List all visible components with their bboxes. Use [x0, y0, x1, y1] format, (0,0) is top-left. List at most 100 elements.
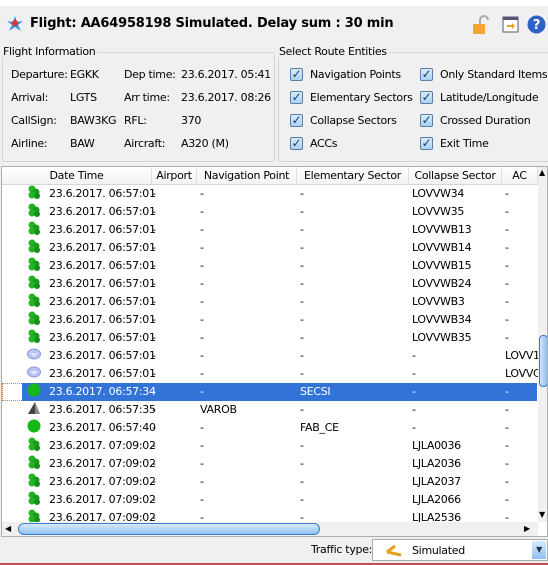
info-key: Arrival:: [11, 91, 49, 104]
export-icon[interactable]: [502, 16, 519, 33]
table-row[interactable]: 23.6.2017. 07:09:02 - - - LJLA2036 -: [2, 455, 537, 473]
cell-datetime: 23.6.2017. 06:57:01: [49, 349, 156, 362]
cell-elementary-sector: -: [300, 403, 304, 416]
info-value: 23.6.2017. 08:26: [181, 91, 271, 104]
collapse-sector-icon: [27, 221, 41, 241]
checkbox-checked-icon[interactable]: ✓: [290, 68, 303, 81]
cell-elementary-sector: -: [300, 493, 304, 506]
table-row[interactable]: 23.6.2017. 06:57:01 - - - LOVVWB24 -: [2, 275, 537, 293]
cell-acc: -: [505, 223, 509, 236]
cell-airport: -: [152, 457, 156, 470]
checkbox-item[interactable]: ✓ Crossed Duration: [420, 114, 531, 127]
checkbox-item[interactable]: ✓ Latitude/Longitude: [420, 91, 539, 104]
column-header[interactable]: Navigation Point: [197, 167, 297, 185]
checkbox-item[interactable]: ✓ Collapse Sectors: [290, 114, 397, 127]
cell-datetime: 23.6.2017. 06:57:01: [49, 187, 156, 200]
checkbox-label: Collapse Sectors: [310, 114, 397, 127]
cell-navigation-point: -: [200, 205, 204, 218]
checkbox-label: Latitude/Longitude: [440, 91, 539, 104]
table-row[interactable]: 23.6.2017. 06:57:35 - VAROB - - -: [2, 401, 537, 419]
table-row[interactable]: 23.6.2017. 07:09:02 - - - LJLA2066 -: [2, 491, 537, 509]
cell-datetime: 23.6.2017. 06:57:01: [49, 295, 156, 308]
checkbox-item[interactable]: ✓ Only Standard Items: [420, 68, 548, 81]
table-row[interactable]: 23.6.2017. 06:57:01 - - - LOVVWB15 -: [2, 257, 537, 275]
table-row[interactable]: 23.6.2017. 06:57:01 - - - LOVVWB14 -: [2, 239, 537, 257]
cell-elementary-sector: -: [300, 295, 304, 308]
table-row[interactable]: 23.6.2017. 06:57:40 - - FAB_CE - -: [2, 419, 537, 437]
info-key: Dep time:: [124, 68, 176, 81]
scroll-right-arrow[interactable]: ▶: [524, 524, 530, 533]
cell-datetime: 23.6.2017. 06:57:01: [49, 367, 156, 380]
collapse-sector-icon: [27, 203, 41, 223]
cell-airport: -: [152, 205, 156, 218]
table-row[interactable]: 23.6.2017. 06:57:01 - - - LOVVWB35 -: [2, 329, 537, 347]
cell-acc: -: [505, 475, 509, 488]
scroll-up-arrow[interactable]: ▲: [539, 168, 545, 177]
scroll-down-arrow[interactable]: ▼: [539, 510, 545, 519]
cell-navigation-point: -: [200, 187, 204, 200]
table-row[interactable]: 23.6.2017. 06:57:34 - - SECSI - -: [22, 383, 537, 401]
vertical-scrollbar[interactable]: ▲ ▼: [538, 167, 547, 522]
horizontal-scroll-thumb[interactable]: [18, 523, 320, 535]
collapse-sector-icon: [27, 311, 41, 331]
checkbox-checked-icon[interactable]: ✓: [290, 91, 303, 104]
table-row[interactable]: 23.6.2017. 06:57:01 - - - - LOVV1: [2, 347, 540, 367]
table-row[interactable]: 23.6.2017. 06:57:01 - - - LOVVW34 -: [2, 185, 537, 203]
table-row[interactable]: 23.6.2017. 06:57:01 - - - LOVVW35 -: [2, 203, 537, 221]
cell-navigation-point: -: [200, 475, 204, 488]
cell-acc: -: [505, 295, 509, 308]
traffic-type-select[interactable]: Simulated ▼: [372, 539, 548, 561]
table-row[interactable]: 23.6.2017. 07:09:02 - - - LJLA0036 -: [2, 437, 537, 455]
info-key: Arr time:: [124, 91, 170, 104]
cell-elementary-sector: -: [300, 313, 304, 326]
cell-collapse-sector: LJLA2066: [412, 493, 461, 506]
info-value: EGKK: [70, 68, 99, 81]
unlock-icon[interactable]: [471, 15, 489, 35]
cell-navigation-point: -: [200, 421, 204, 434]
checkbox-checked-icon[interactable]: ✓: [420, 137, 433, 150]
cell-collapse-sector: LJLA2036: [412, 457, 461, 470]
table-row[interactable]: 23.6.2017. 06:57:01 - - - LOVVWB3 -: [2, 293, 537, 311]
info-key: Aircraft:: [124, 137, 166, 150]
checkbox-item[interactable]: ✓ Navigation Points: [290, 68, 401, 81]
column-header[interactable]: AC: [502, 167, 538, 185]
column-header[interactable]: Elementary Sector: [297, 167, 409, 185]
cell-datetime: 23.6.2017. 06:57:01: [49, 331, 156, 344]
horizontal-scrollbar[interactable]: ◀ ▶: [2, 522, 538, 536]
checkbox-item[interactable]: ✓ ACCs: [290, 137, 338, 150]
checkbox-item[interactable]: ✓ Exit Time: [420, 137, 489, 150]
vertical-scroll-thumb[interactable]: [539, 335, 547, 387]
checkbox-checked-icon[interactable]: ✓: [420, 91, 433, 104]
checkbox-checked-icon[interactable]: ✓: [420, 114, 433, 127]
column-header[interactable]: Collapse Sector: [409, 167, 502, 185]
checkbox-label: ACCs: [310, 137, 338, 150]
table-row[interactable]: 23.6.2017. 06:57:01 - - - - LOVVC: [2, 365, 541, 383]
table-row[interactable]: 23.6.2017. 07:09:02 - - - LJLA2037 -: [2, 473, 537, 491]
cell-elementary-sector: -: [300, 439, 304, 452]
cell-airport: -: [152, 475, 156, 488]
help-icon[interactable]: ?: [527, 15, 546, 34]
collapse-sector-icon: [27, 293, 41, 313]
table-row[interactable]: 23.6.2017. 06:57:01 - - - LOVVWB13 -: [2, 221, 537, 239]
chevron-down-icon[interactable]: ▼: [532, 541, 546, 559]
cell-acc: -: [505, 403, 509, 416]
checkbox-label: Elementary Sectors: [310, 91, 413, 104]
checkbox-checked-icon[interactable]: ✓: [420, 68, 433, 81]
checkbox-item[interactable]: ✓ Elementary Sectors: [290, 91, 413, 104]
cell-elementary-sector: -: [300, 259, 304, 272]
cell-acc: -: [505, 277, 509, 290]
cell-navigation-point: -: [200, 223, 204, 236]
cell-collapse-sector: LOVVWB35: [412, 331, 472, 344]
cell-navigation-point: -: [200, 331, 204, 344]
cell-collapse-sector: -: [412, 367, 416, 380]
table-row[interactable]: 23.6.2017. 06:57:01 - - - LOVVWB34 -: [2, 311, 537, 329]
checkbox-checked-icon[interactable]: ✓: [290, 114, 303, 127]
scroll-left-arrow[interactable]: ◀: [5, 524, 11, 533]
cell-elementary-sector: -: [300, 187, 304, 200]
column-header[interactable]: Date Time: [2, 167, 152, 185]
checkbox-checked-icon[interactable]: ✓: [290, 137, 303, 150]
column-header[interactable]: Airport: [152, 167, 197, 185]
cell-airport: -: [152, 331, 156, 344]
acc-icon: [27, 347, 41, 367]
cell-acc: -: [505, 421, 509, 434]
